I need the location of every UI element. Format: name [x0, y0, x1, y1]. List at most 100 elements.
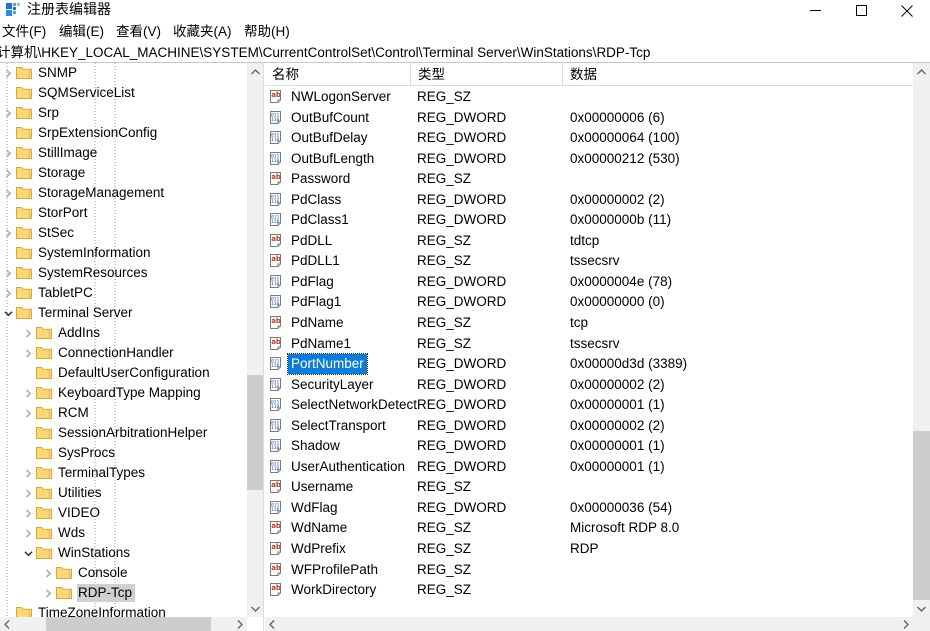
tree-node-systemresources[interactable]: SystemResources: [0, 263, 247, 283]
tree-expand-toggle-closed[interactable]: [20, 345, 36, 361]
tree-expand-toggle-closed[interactable]: [40, 585, 56, 601]
tree-node-rdp-tcp[interactable]: RDP-Tcp: [0, 583, 247, 603]
menu-item-view[interactable]: 查看(V): [116, 21, 161, 42]
tree-node-sysprocs[interactable]: SysProcs: [0, 443, 247, 463]
table-row[interactable]: 011 110 PortNumber REG_DWORD 0x00000d3d (338…: [265, 353, 913, 376]
tree-node-connectionhandler[interactable]: ConnectionHandler: [0, 343, 247, 363]
tree-node-addins[interactable]: AddIns: [0, 323, 247, 343]
table-row[interactable]: ab PdName1 REG_SZ tssecsrv: [265, 334, 913, 355]
table-row[interactable]: 011 110 Shadow REG_DWORD 0x00000001 (1): [265, 436, 913, 457]
tree-node-sessionarbitrationhelper[interactable]: SessionArbitrationHelper: [0, 423, 247, 443]
column-header-name[interactable]: 名称: [265, 63, 411, 86]
table-row[interactable]: ab NWLogonServer REG_SZ: [265, 87, 913, 108]
tree-node-timezoneinformation[interactable]: TimeZoneInformation: [0, 603, 247, 617]
tree-node-stillimage[interactable]: StillImage: [0, 143, 247, 163]
table-row[interactable]: 011 110 PdClass1 REG_DWORD 0x0000000b (11): [265, 210, 913, 231]
table-row[interactable]: ab PdDLL REG_SZ tdtcp: [265, 231, 913, 252]
table-row[interactable]: ab WdName REG_SZ Microsoft RDP 8.0: [265, 518, 913, 539]
tree-vertical-scrollbar[interactable]: [246, 63, 263, 617]
values-scroll-right-button[interactable]: [899, 617, 913, 631]
values-scrollbar-thumb[interactable]: [913, 431, 930, 600]
tree-expand-toggle-closed[interactable]: [20, 325, 36, 341]
tree-expand-toggle-closed[interactable]: [0, 105, 16, 121]
tree-scroll-down-button[interactable]: [247, 600, 263, 617]
tree-node-stsec[interactable]: StSec: [0, 223, 247, 243]
tree-node-console[interactable]: Console: [0, 563, 247, 583]
tree-expand-toggle-closed[interactable]: [0, 225, 16, 241]
table-row[interactable]: ab PdDLL1 REG_SZ tssecsrv: [265, 251, 913, 272]
table-row[interactable]: 011 110 OutBufCount REG_DWORD 0x00000006 (6): [265, 108, 913, 129]
table-row[interactable]: ab WorkDirectory REG_SZ: [265, 580, 913, 601]
maximize-button[interactable]: [838, 0, 884, 21]
tree-node-systeminformation[interactable]: SystemInformation: [0, 243, 247, 263]
tree-expand-toggle-open[interactable]: [20, 545, 36, 561]
tree-scrollbar-thumb[interactable]: [247, 375, 263, 490]
tree-node-snmp[interactable]: SNMP: [0, 63, 247, 83]
table-row[interactable]: 011 110 SecurityLayer REG_DWORD 0x00000002 (…: [265, 375, 913, 396]
tree-expand-toggle-closed[interactable]: [20, 385, 36, 401]
tree-expand-toggle-closed[interactable]: [0, 185, 16, 201]
table-row[interactable]: ab PdName REG_SZ tcp: [265, 313, 913, 334]
tree-expand-toggle-closed[interactable]: [40, 565, 56, 581]
table-row[interactable]: ab WFProfilePath REG_SZ: [265, 560, 913, 581]
tree-node-sqmservicelist[interactable]: SQMServiceList: [0, 83, 247, 103]
tree-node-storage[interactable]: Storage: [0, 163, 247, 183]
tree-node-winstations[interactable]: WinStations: [0, 543, 247, 563]
table-row[interactable]: ab Username REG_SZ: [265, 477, 913, 498]
tree-node-storagemanagement[interactable]: StorageManagement: [0, 183, 247, 203]
column-header-data[interactable]: 数据: [563, 63, 913, 86]
table-row[interactable]: ab WdPrefix REG_SZ RDP: [265, 539, 913, 560]
tree-expand-toggle-closed[interactable]: [0, 285, 16, 301]
tree-node-tabletpc[interactable]: TabletPC: [0, 283, 247, 303]
table-row[interactable]: 011 110 PdClass REG_DWORD 0x00000002 (2): [265, 190, 913, 211]
address-bar[interactable]: 计算机\HKEY_LOCAL_MACHINE\SYSTEM\CurrentCon…: [0, 42, 930, 63]
tree-expand-toggle-open[interactable]: [0, 305, 16, 321]
tree-expand-toggle-closed[interactable]: [20, 405, 36, 421]
tree-expand-toggle-closed[interactable]: [0, 65, 16, 81]
values-scroll-up-button[interactable]: [913, 63, 930, 80]
menu-item-favorites[interactable]: 收藏夹(A): [173, 21, 232, 42]
tree-node-srp[interactable]: Srp: [0, 103, 247, 123]
menu-item-edit[interactable]: 编辑(E): [59, 21, 104, 42]
tree-horizontal-scrollbar[interactable]: [0, 617, 247, 631]
table-row[interactable]: 011 110 SelectTransport REG_DWORD 0x00000002…: [265, 416, 913, 437]
tree-expand-toggle-closed[interactable]: [0, 165, 16, 181]
tree-node-rcm[interactable]: RCM: [0, 403, 247, 423]
tree-node-srpextensionconfig[interactable]: SrpExtensionConfig: [0, 123, 247, 143]
tree-scroll-right-button[interactable]: [233, 617, 247, 631]
column-header-type[interactable]: 类型: [411, 63, 563, 86]
table-row[interactable]: 011 110 WdFlag REG_DWORD 0x00000036 (54): [265, 498, 913, 519]
tree-node-utilities[interactable]: Utilities: [0, 483, 247, 503]
menu-item-help[interactable]: 帮助(H): [244, 21, 290, 42]
values-scroll-left-button[interactable]: [265, 617, 279, 631]
tree-scroll-up-button[interactable]: [247, 63, 263, 80]
table-row[interactable]: 011 110 OutBufDelay REG_DWORD 0x00000064 (10…: [265, 128, 913, 149]
table-row[interactable]: ab Password REG_SZ: [265, 169, 913, 190]
tree-node-terminaltypes[interactable]: TerminalTypes: [0, 463, 247, 483]
tree-node-keyboardtype-mapping[interactable]: KeyboardType Mapping: [0, 383, 247, 403]
minimize-button[interactable]: [792, 0, 838, 21]
table-row[interactable]: 011 110 SelectNetworkDetect REG_DWORD 0x0000…: [265, 395, 913, 416]
tree-node-wds[interactable]: Wds: [0, 523, 247, 543]
tree-hscrollbar-thumb[interactable]: [46, 617, 211, 631]
tree-expand-toggle-closed[interactable]: [20, 465, 36, 481]
values-vertical-scrollbar[interactable]: [913, 63, 930, 617]
table-row[interactable]: 011 110 UserAuthentication REG_DWORD 0x00000…: [265, 457, 913, 478]
tree-node-storport[interactable]: StorPort: [0, 203, 247, 223]
close-button[interactable]: [884, 0, 930, 21]
tree-expand-toggle-closed[interactable]: [20, 485, 36, 501]
tree-node-defaultuserconfiguration[interactable]: DefaultUserConfiguration: [0, 363, 247, 383]
tree-expand-toggle-closed[interactable]: [20, 525, 36, 541]
table-row[interactable]: 011 110 PdFlag REG_DWORD 0x0000004e (78): [265, 272, 913, 293]
table-row[interactable]: 011 110 OutBufLength REG_DWORD 0x00000212 (5…: [265, 149, 913, 170]
values-scroll-down-button[interactable]: [913, 600, 930, 617]
tree-node-video[interactable]: VIDEO: [0, 503, 247, 523]
tree-expand-toggle-closed[interactable]: [0, 265, 16, 281]
tree-expand-toggle-closed[interactable]: [0, 145, 16, 161]
tree-node-terminal-server[interactable]: Terminal Server: [0, 303, 247, 323]
menu-item-file[interactable]: 文件(F): [2, 21, 46, 42]
tree-scroll-left-button[interactable]: [0, 617, 14, 631]
values-horizontal-scrollbar[interactable]: [265, 617, 930, 631]
tree-expand-toggle-closed[interactable]: [20, 505, 36, 521]
table-row[interactable]: 011 110 PdFlag1 REG_DWORD 0x00000000 (0): [265, 292, 913, 313]
